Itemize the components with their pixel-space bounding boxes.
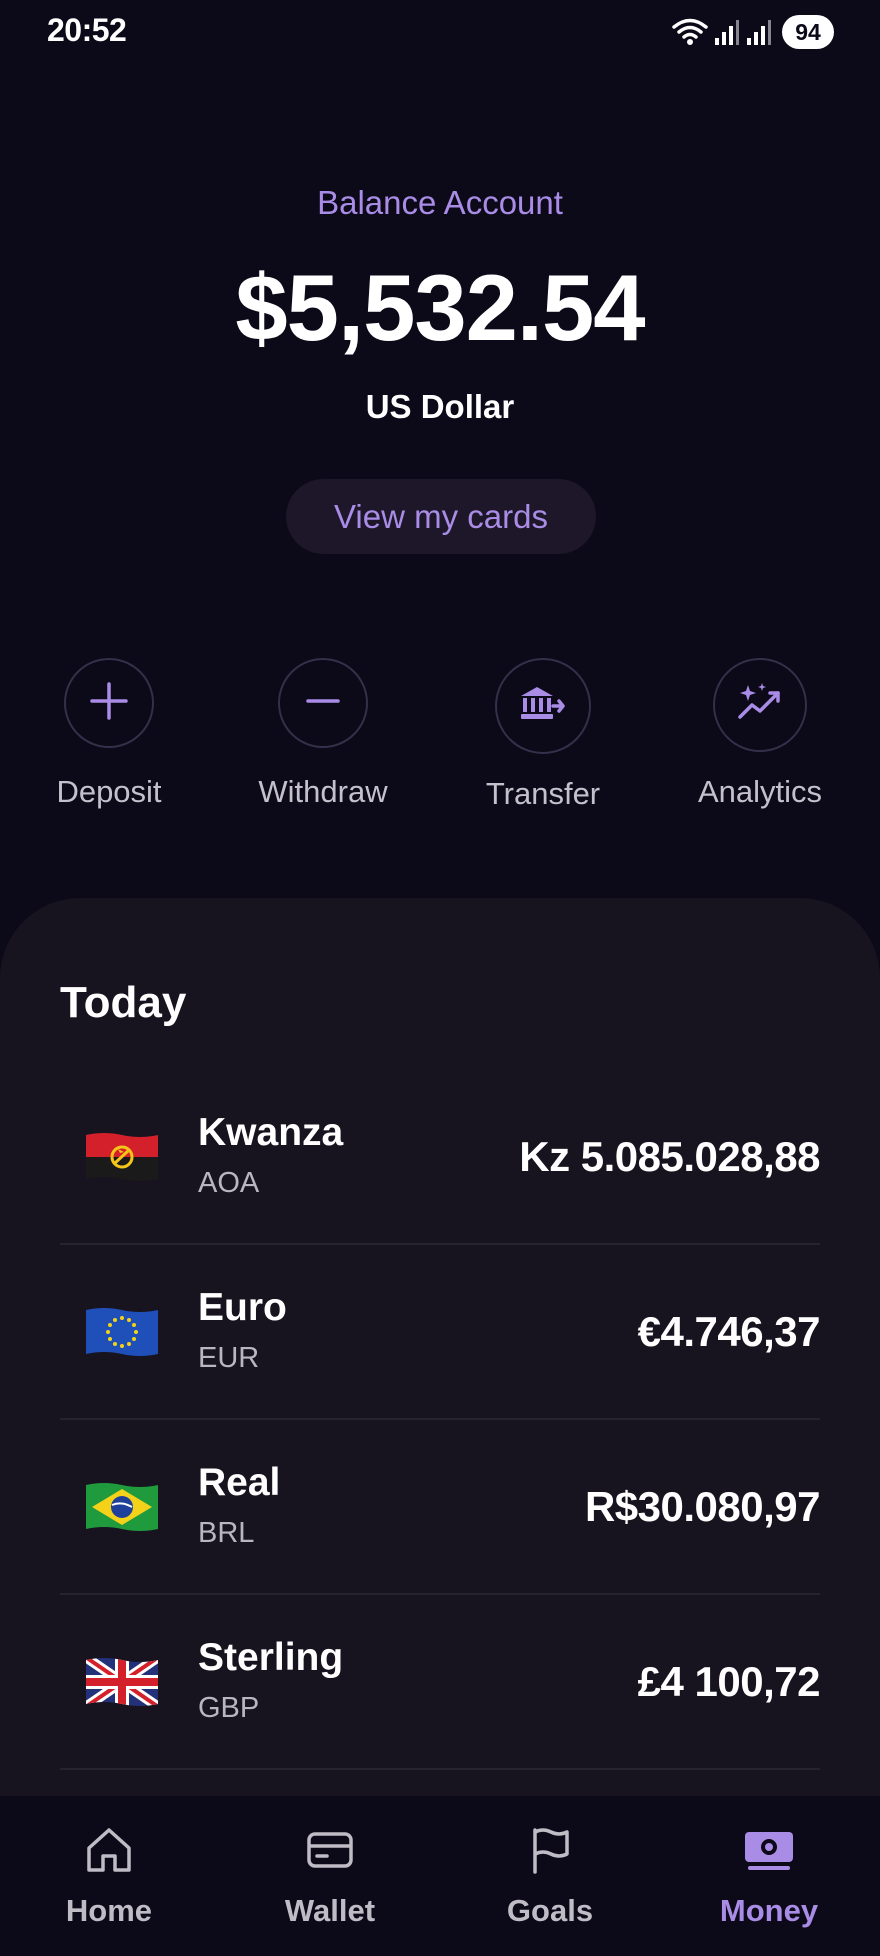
deposit-action[interactable]: Deposit bbox=[9, 658, 209, 810]
money-screen: 20:52 94 Balance Account $5,532.54 US Do… bbox=[0, 0, 880, 1956]
transfer-label: Transfer bbox=[485, 776, 601, 811]
currency-code: GBP bbox=[198, 1692, 260, 1724]
currency-row-gbp[interactable]: Sterling GBP £4 100,72 bbox=[60, 1595, 821, 1770]
money-icon bbox=[742, 1826, 796, 1879]
currency-amount: R$30.080,97 bbox=[584, 1482, 821, 1530]
signal-icon bbox=[746, 18, 772, 46]
status-time: 20:52 bbox=[47, 12, 127, 48]
currency-amount: €4.746,37 bbox=[637, 1307, 821, 1355]
balance-label: Balance Account bbox=[317, 184, 563, 221]
withdraw-button[interactable] bbox=[278, 658, 368, 748]
currency-name: Euro bbox=[198, 1286, 287, 1329]
deposit-label: Deposit bbox=[56, 774, 162, 809]
transfer-button[interactable] bbox=[495, 658, 591, 754]
uk-flag-icon bbox=[84, 1654, 160, 1710]
currency-name: Real bbox=[198, 1461, 281, 1504]
view-my-cards-button[interactable]: View my cards bbox=[286, 479, 596, 554]
nav-item-home[interactable]: Home bbox=[9, 1826, 209, 1929]
balance-amount: $5,532.54 bbox=[235, 255, 645, 360]
flag-icon bbox=[525, 1826, 575, 1879]
today-title: Today bbox=[60, 978, 187, 1027]
analytics-action[interactable]: Analytics bbox=[660, 658, 860, 810]
plus-icon bbox=[88, 680, 130, 727]
bottom-nav: Home Wallet Goals Money bbox=[0, 1796, 880, 1956]
brazil-flag-icon bbox=[84, 1479, 160, 1535]
signal-icon bbox=[714, 18, 740, 46]
wifi-icon bbox=[672, 17, 708, 47]
currency-name: Kwanza bbox=[198, 1111, 344, 1154]
nav-label: Home bbox=[65, 1893, 153, 1928]
currency-row-eur[interactable]: Euro EUR €4.746,37 bbox=[60, 1245, 821, 1420]
currency-amount: £4 100,72 bbox=[637, 1657, 821, 1705]
deposit-button[interactable] bbox=[64, 658, 154, 748]
nav-label: Wallet bbox=[284, 1893, 376, 1928]
battery-icon: 94 bbox=[782, 15, 834, 49]
bank-transfer-icon bbox=[519, 684, 567, 729]
currency-code: AOA bbox=[198, 1167, 260, 1199]
home-icon bbox=[84, 1826, 134, 1879]
currency-amount: Kz 5.085.028,88 bbox=[519, 1132, 820, 1180]
nav-label: Goals bbox=[506, 1893, 594, 1928]
status-bar: 20:52 94 bbox=[0, 0, 880, 62]
nav-item-goals[interactable]: Goals bbox=[450, 1826, 650, 1929]
transfer-action[interactable]: Transfer bbox=[443, 658, 643, 812]
analytics-button[interactable] bbox=[713, 658, 807, 752]
minus-icon bbox=[302, 680, 344, 727]
eu-flag-icon bbox=[84, 1304, 160, 1360]
currency-code: BRL bbox=[198, 1517, 255, 1549]
currency-row-aoa[interactable]: Kwanza AOA Kz 5.085.028,88 bbox=[60, 1070, 820, 1245]
currency-code: EUR bbox=[198, 1342, 260, 1374]
withdraw-action[interactable]: Withdraw bbox=[223, 658, 423, 810]
nav-label: Money bbox=[719, 1893, 819, 1928]
sparkle-chart-icon bbox=[736, 681, 784, 730]
angola-flag-icon bbox=[84, 1129, 160, 1185]
withdraw-label: Withdraw bbox=[258, 774, 388, 809]
currency-name: Sterling bbox=[198, 1636, 344, 1679]
analytics-label: Analytics bbox=[697, 774, 823, 809]
nav-item-wallet[interactable]: Wallet bbox=[230, 1826, 430, 1929]
wallet-icon bbox=[305, 1826, 355, 1879]
currency-row-brl[interactable]: Real BRL R$30.080,97 bbox=[60, 1420, 821, 1595]
nav-item-money[interactable]: Money bbox=[669, 1826, 869, 1929]
status-icons: 94 bbox=[672, 14, 834, 50]
balance-currency: US Dollar bbox=[365, 388, 515, 425]
